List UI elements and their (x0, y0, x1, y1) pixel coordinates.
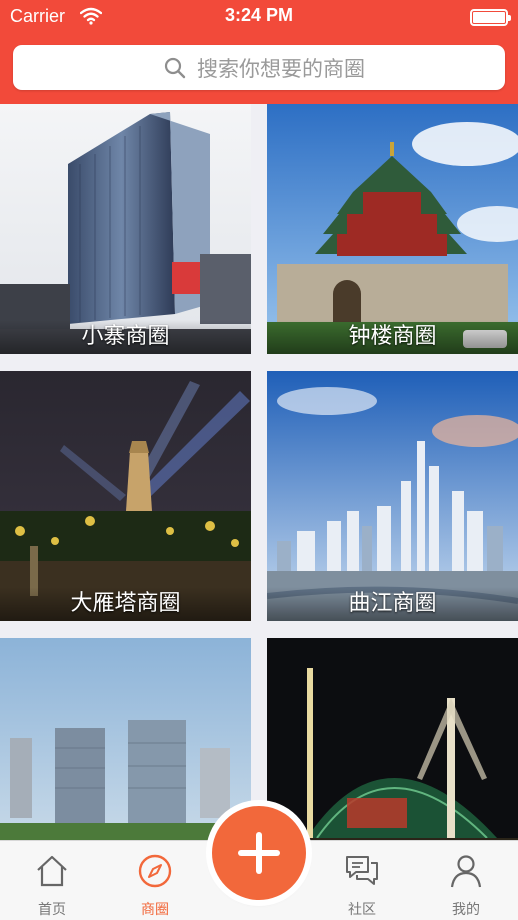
compass-icon (138, 854, 172, 888)
district-card-dayanta[interactable]: 大雁塔商圈 (0, 371, 251, 621)
district-grid: 小寨商圈 钟楼商圈 大雁塔商圈 曲江商圈 (0, 104, 518, 840)
chat-bubbles-icon (346, 856, 378, 885)
battery-icon (470, 9, 511, 26)
search-input[interactable]: 搜索你想要的商圈 (197, 53, 365, 83)
district-photo (0, 104, 251, 354)
district-photo (267, 104, 518, 354)
district-card-6[interactable] (267, 638, 518, 840)
tab-districts[interactable]: 商圈 (115, 841, 195, 920)
search-bar[interactable]: 搜索你想要的商圈 (13, 45, 505, 90)
district-photo (0, 638, 251, 840)
tab-label: 我的 (452, 902, 480, 918)
tab-home[interactable]: 首页 (12, 841, 92, 920)
tab-label: 社区 (348, 902, 376, 918)
district-card-qujiang[interactable]: 曲江商圈 (267, 371, 518, 621)
home-icon (37, 855, 67, 887)
district-photo (267, 638, 518, 840)
status-bar: Carrier 3:24 PM (0, 0, 518, 34)
tab-profile[interactable]: 我的 (426, 841, 506, 920)
district-photo (267, 371, 518, 621)
header: Carrier 3:24 PM 搜索你想要的商圈 (0, 0, 518, 104)
status-time: 3:24 PM (224, 5, 294, 25)
district-card-5[interactable] (0, 638, 251, 840)
person-icon (450, 855, 482, 888)
district-name: 小寨商圈 (0, 320, 251, 354)
district-name: 曲江商圈 (267, 587, 518, 621)
tab-label: 商圈 (141, 902, 169, 918)
search-icon (164, 57, 186, 78)
district-card-xiaozhai[interactable]: 小寨商圈 (0, 104, 251, 354)
tab-community[interactable]: 社区 (322, 841, 402, 920)
district-card-zhonglou[interactable]: 钟楼商圈 (267, 104, 518, 354)
district-name: 大雁塔商圈 (0, 587, 251, 621)
district-name: 钟楼商圈 (267, 320, 518, 354)
tab-label: 首页 (38, 902, 66, 918)
add-button[interactable] (212, 806, 306, 900)
district-photo (0, 371, 251, 621)
